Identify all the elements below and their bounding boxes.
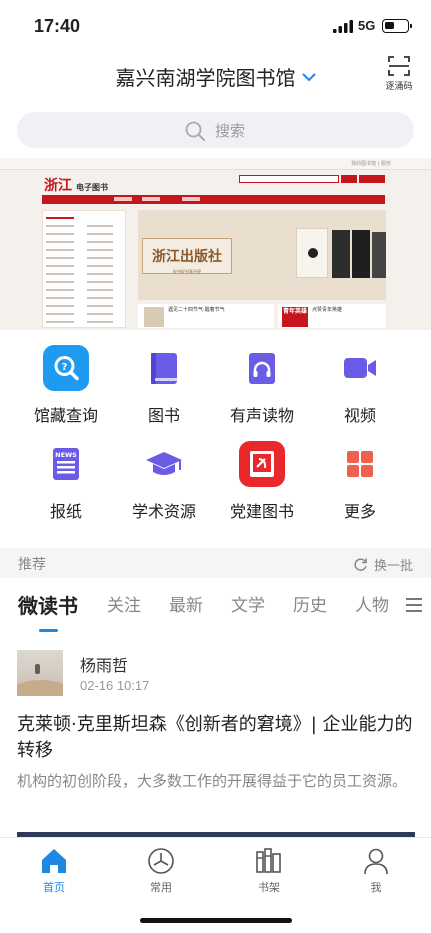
search-icon <box>185 121 205 141</box>
signal-icon <box>333 20 353 33</box>
nav-common[interactable]: 常用 <box>131 846 191 895</box>
banner-top-links: 我的图书馆 | 服务 <box>351 161 391 167</box>
article-title[interactable]: 克莱顿·克里斯坦森《创新者的窘境》| 企业能力的转移 <box>17 712 415 764</box>
svg-text:?: ? <box>62 362 68 373</box>
tab-menu-button[interactable] <box>395 580 431 630</box>
tab-people[interactable]: 人物 <box>355 591 389 616</box>
banner-nav-bar <box>42 195 385 204</box>
tab-history[interactable]: 历史 <box>293 591 327 616</box>
book-cover <box>352 230 370 278</box>
banner-category-list <box>42 210 126 328</box>
battery-icon <box>382 19 412 33</box>
active-tab-indicator <box>39 629 58 632</box>
feature-catalog-search[interactable]: ? 馆藏查询 <box>16 344 116 426</box>
banner-top-strip: 我的图书馆 | 服务 <box>0 158 431 170</box>
scan-label: 逐涌码 <box>385 82 413 92</box>
feature-newspapers[interactable]: NEWS 报纸 <box>16 440 116 522</box>
publisher-sign: 浙江出版社 好书好书享不停 <box>142 238 232 274</box>
library-title: 嘉兴南湖学院图书馆 <box>115 66 296 90</box>
recommend-title: 推荐 <box>18 557 46 573</box>
article-summary[interactable]: 机构的初创阶段，大多数工作的开展得益于它的员工资源。 <box>17 768 415 795</box>
search-input[interactable]: 搜索 <box>17 112 414 148</box>
newspaper-icon: NEWS <box>42 440 90 488</box>
banner-search-box <box>239 175 339 183</box>
nav-me[interactable]: 我 <box>346 846 406 895</box>
book-icon <box>140 344 188 392</box>
party-book-icon <box>238 440 286 488</box>
catalog-search-icon: ? <box>42 344 90 392</box>
nav-bookshelf[interactable]: 书架 <box>239 846 299 895</box>
network-type: 5G <box>358 18 376 33</box>
banner-news-item: 遇见二十四节气·醒着节气 <box>138 304 274 328</box>
chevron-down-icon <box>302 73 315 82</box>
header: 嘉兴南湖学院图书馆 逐涌码 <box>0 50 431 102</box>
recommend-bar: 推荐 换一批 <box>0 548 431 578</box>
grid-icon <box>336 440 384 488</box>
book-cover <box>332 230 350 278</box>
refresh-icon <box>354 558 367 571</box>
post-date: 02-16 10:17 <box>80 678 150 693</box>
banner-advanced-button <box>359 175 385 183</box>
tab-follow[interactable]: 关注 <box>107 591 141 616</box>
status-bar: 17:40 5G <box>0 0 431 50</box>
author-name[interactable]: 杨雨哲 <box>80 652 128 676</box>
scan-button[interactable]: 逐涌码 <box>383 55 415 92</box>
search-placeholder: 搜索 <box>215 122 246 140</box>
banner-carousel[interactable]: 我的图书馆 | 服务 浙江 电子图书 浙江出版社 好书好书享不停 遇见二十四节气·醒… <box>0 158 431 330</box>
feature-academic[interactable]: 学术资源 <box>114 440 214 522</box>
compass-icon <box>148 848 174 874</box>
feature-more[interactable]: 更多 <box>310 440 410 522</box>
home-indicator <box>140 918 292 923</box>
video-icon <box>336 344 384 392</box>
banner-search-button <box>341 175 357 183</box>
audiobook-icon <box>238 344 286 392</box>
banner-feature-image: 浙江出版社 好书好书享不停 <box>138 210 386 300</box>
status-time: 17:40 <box>34 16 81 36</box>
category-tabs: 微读书 关注 最新 文学 历史 人物 <box>0 580 431 630</box>
feature-audiobooks[interactable]: 有声读物 <box>212 344 312 426</box>
svg-text:NEWS: NEWS <box>55 451 77 459</box>
banner-logo: 浙江 电子图书 <box>44 178 108 194</box>
book-cover <box>372 232 386 278</box>
library-selector[interactable]: 嘉兴南湖学院图书馆 <box>0 62 431 91</box>
feature-party-books[interactable]: 党建图书 <box>212 440 312 522</box>
scan-icon <box>388 56 410 76</box>
graduation-cap-icon <box>140 440 188 488</box>
refresh-button[interactable]: 换一批 <box>353 555 413 574</box>
feature-video[interactable]: 视频 <box>310 344 410 426</box>
bookshelf-icon <box>256 848 281 873</box>
tab-latest[interactable]: 最新 <box>169 591 203 616</box>
user-icon <box>364 848 388 875</box>
nav-home[interactable]: 首页 <box>24 846 84 895</box>
avatar[interactable] <box>17 650 63 696</box>
home-icon <box>42 849 66 873</box>
tab-weidushu[interactable]: 微读书 <box>18 590 78 619</box>
feature-books[interactable]: 图书 <box>114 344 214 426</box>
banner-news-item: 青年英雄 点赞青年英雄 <box>278 304 386 328</box>
tab-literature[interactable]: 文学 <box>231 591 265 616</box>
